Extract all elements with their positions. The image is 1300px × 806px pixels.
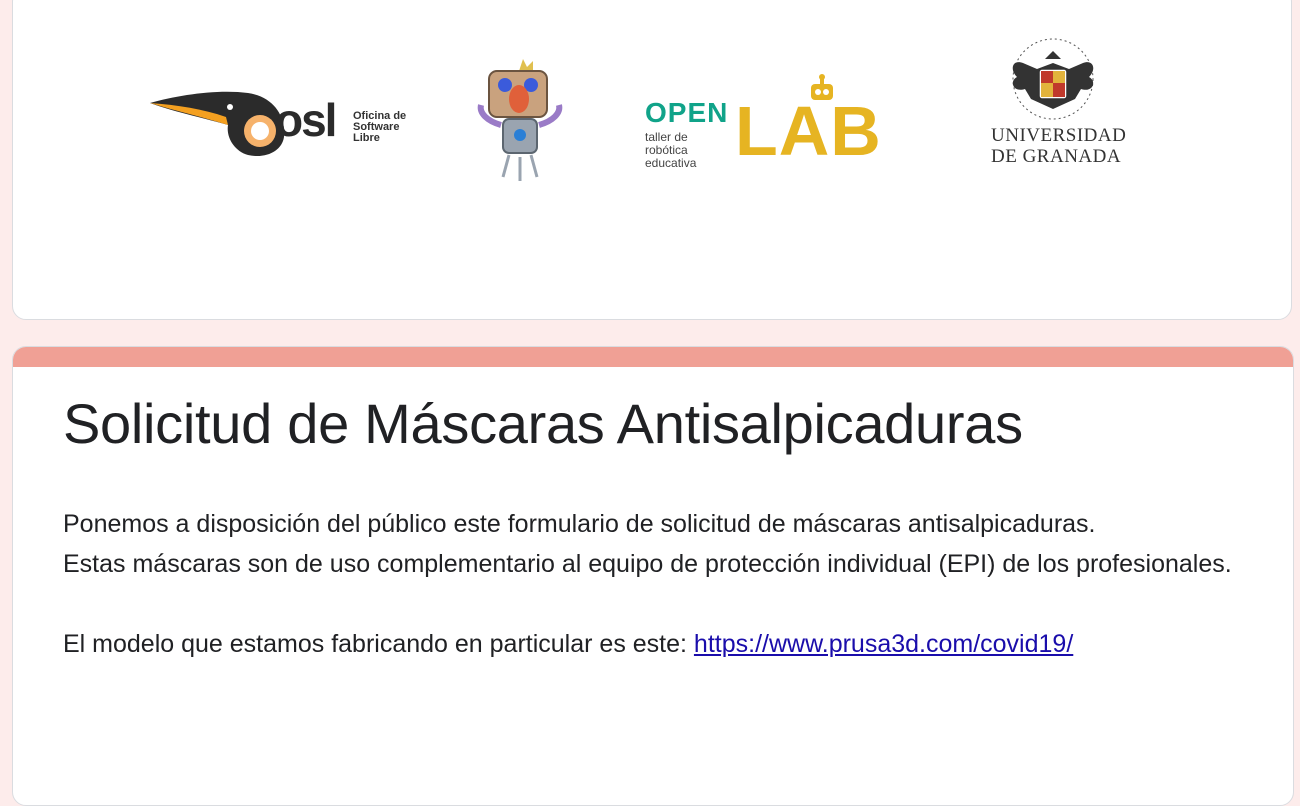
description-line: Estas máscaras son de uso complementario…	[63, 550, 1232, 578]
robot-icon	[477, 59, 563, 181]
openlab-lab-text: LAB	[735, 92, 882, 170]
osl-wordmark: osl	[275, 94, 337, 146]
form-description: Ponemos a disposición del público este f…	[63, 504, 1233, 664]
description-line: El modelo que estamos fabricando en part…	[63, 624, 1233, 664]
model-text: El modelo que estamos fabricando en part…	[63, 630, 694, 658]
prusa-link[interactable]: https://www.prusa3d.com/covid19/	[694, 630, 1073, 658]
form-title: Solicitud de Máscaras Antisalpicaduras	[63, 392, 1023, 455]
form-header-card: Solicitud de Máscaras Antisalpicaduras P…	[12, 346, 1294, 806]
openlab-open-text: OPEN	[645, 97, 729, 128]
ugr-name: UNIVERSIDAD DE GRANADA	[991, 125, 1127, 167]
robot-mascot-logo	[465, 55, 569, 189]
ugr-coat-of-arms-icon	[1012, 38, 1094, 120]
form-accent-bar	[13, 347, 1293, 367]
openlab-logo: OPEN taller de robótica educativa LAB	[645, 74, 905, 177]
osl-caption: Oficina de Software Libre	[353, 110, 407, 144]
header-card: osl Oficina de Software Libre OPEN talle…	[12, 0, 1292, 320]
description-line: Ponemos a disposición del público este f…	[63, 510, 1096, 538]
osl-logo: osl Oficina de Software Libre	[148, 89, 408, 161]
ugr-logo: UNIVERSIDAD DE GRANADA	[973, 33, 1133, 179]
openlab-caption: taller de robótica educativa	[645, 130, 697, 170]
penguin-icon	[150, 91, 285, 157]
